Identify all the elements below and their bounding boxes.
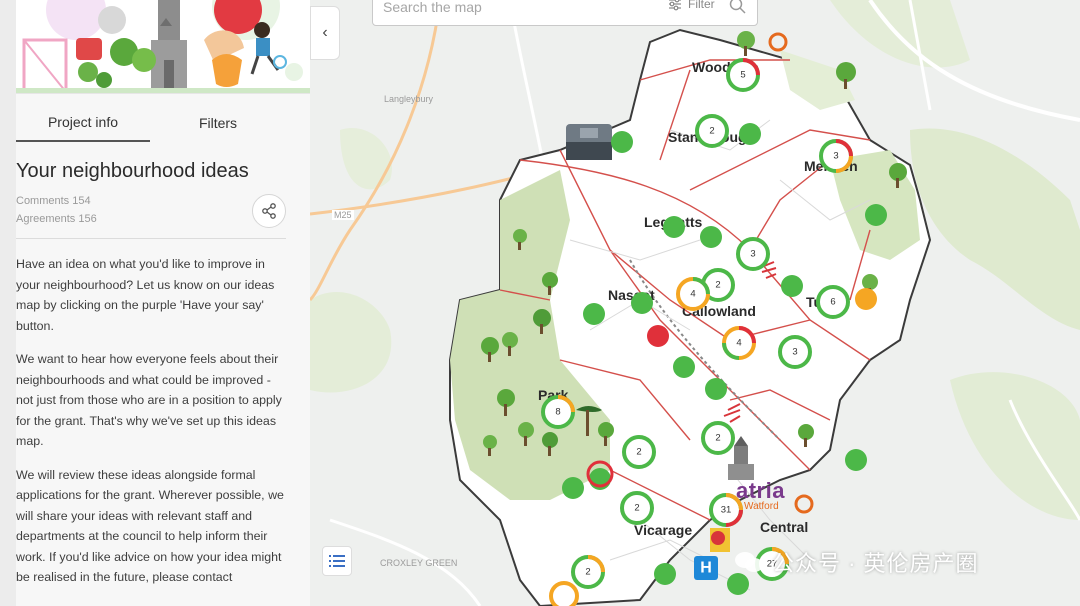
idea-cluster-pin[interactable]: 4 (676, 277, 710, 311)
watermark-text: 公众号 · 英伦房产圈 (772, 551, 979, 576)
idea-cluster-pin[interactable]: 6 (816, 285, 850, 319)
collapse-panel-button[interactable]: ‹ (310, 6, 340, 60)
idea-cluster-pin[interactable]: 4 (722, 326, 756, 360)
idea-pin[interactable] (562, 477, 584, 499)
share-icon (262, 203, 276, 219)
panel-tabs: Project info Filters (16, 104, 286, 142)
idea-pin[interactable] (583, 303, 605, 325)
page-title: Your neighbourhood ideas (16, 160, 249, 182)
svg-text:2: 2 (636, 447, 641, 458)
svg-text:3: 3 (750, 249, 755, 260)
filter-label: Filter (688, 0, 715, 11)
idea-pins: 5 2 3 3 2 4 6 4 3 8 2 2 2 31 2 27 (541, 58, 887, 606)
idea-cluster-pin[interactable]: 2 (571, 555, 605, 589)
svg-text:2: 2 (634, 503, 639, 514)
idea-pin[interactable] (781, 275, 803, 297)
chevron-left-icon: ‹ (322, 24, 328, 41)
idea-cluster-pin[interactable]: 3 (819, 139, 853, 173)
project-description: Have an idea on what you'd like to impro… (16, 254, 288, 601)
svg-text:5: 5 (740, 70, 745, 81)
list-icon (329, 555, 345, 567)
idea-pin[interactable] (647, 325, 669, 347)
agreements-count: Agreements 156 (16, 213, 97, 225)
hero-illustration (16, 0, 310, 94)
svg-text:2: 2 (585, 567, 590, 578)
svg-text:2: 2 (715, 433, 720, 444)
svg-text:2: 2 (709, 126, 714, 137)
description-paragraph: We will review these ideas alongside for… (16, 467, 284, 585)
idea-pin[interactable] (845, 449, 867, 471)
idea-cluster-pin[interactable]: 2 (622, 435, 656, 469)
idea-pin[interactable] (673, 356, 695, 378)
idea-cluster-pin[interactable]: 2 (695, 114, 729, 148)
idea-pin[interactable] (855, 288, 877, 310)
wechat-icon (735, 552, 763, 572)
idea-pin[interactable] (631, 292, 653, 314)
map-search-bar: Filter (372, 0, 758, 26)
svg-text:3: 3 (833, 151, 838, 162)
svg-text:31: 31 (721, 505, 732, 516)
idea-pin[interactable] (611, 131, 633, 153)
list-view-button[interactable] (322, 546, 352, 576)
description-paragraph: We want to hear how everyone feels about… (16, 352, 282, 448)
idea-pin[interactable] (865, 204, 887, 226)
svg-text:2: 2 (715, 280, 720, 291)
svg-text:4: 4 (690, 289, 695, 300)
idea-pin[interactable] (663, 216, 685, 238)
idea-cluster-pin[interactable]: 5 (726, 58, 760, 92)
idea-cluster-pin[interactable]: 2 (701, 421, 735, 455)
idea-pin[interactable] (654, 563, 676, 585)
idea-pin[interactable] (705, 378, 727, 400)
description-paragraph: Have an idea on what you'd like to impro… (16, 257, 275, 333)
sidebar-edge (0, 0, 16, 606)
svg-text:4: 4 (736, 338, 741, 349)
search-icon[interactable] (728, 0, 748, 16)
idea-pin[interactable] (739, 123, 761, 145)
landmark-sublabel: Watford (744, 501, 779, 512)
tab-project-info[interactable]: Project info (16, 104, 150, 142)
svg-text:8: 8 (555, 407, 560, 418)
idea-cluster-pin[interactable]: 2 (620, 491, 654, 525)
svg-text:6: 6 (830, 297, 835, 308)
wechat-watermark: 公众号 · 英伦房产圈 (734, 546, 979, 578)
ideas-map[interactable]: H Woodside Stanborough Meriden Leggatts … (310, 0, 1080, 606)
idea-cluster-pin[interactable]: 3 (778, 335, 812, 369)
idea-pin[interactable] (700, 226, 722, 248)
idea-cluster-pin[interactable] (549, 581, 579, 606)
sliders-icon (669, 0, 681, 11)
svg-text:3: 3 (792, 347, 797, 358)
idea-cluster-pin[interactable]: 8 (541, 395, 575, 429)
project-sidebar: Project info Filters Your neighbourhood … (0, 0, 310, 606)
idea-cluster-pin[interactable]: 3 (736, 237, 770, 271)
filter-button[interactable]: Filter (668, 0, 715, 11)
search-input[interactable] (383, 0, 643, 15)
tab-filters[interactable]: Filters (150, 104, 286, 142)
comments-count: Comments 154 (16, 195, 91, 207)
share-button[interactable] (252, 194, 286, 228)
community-illustration (16, 0, 310, 93)
divider (16, 238, 286, 239)
